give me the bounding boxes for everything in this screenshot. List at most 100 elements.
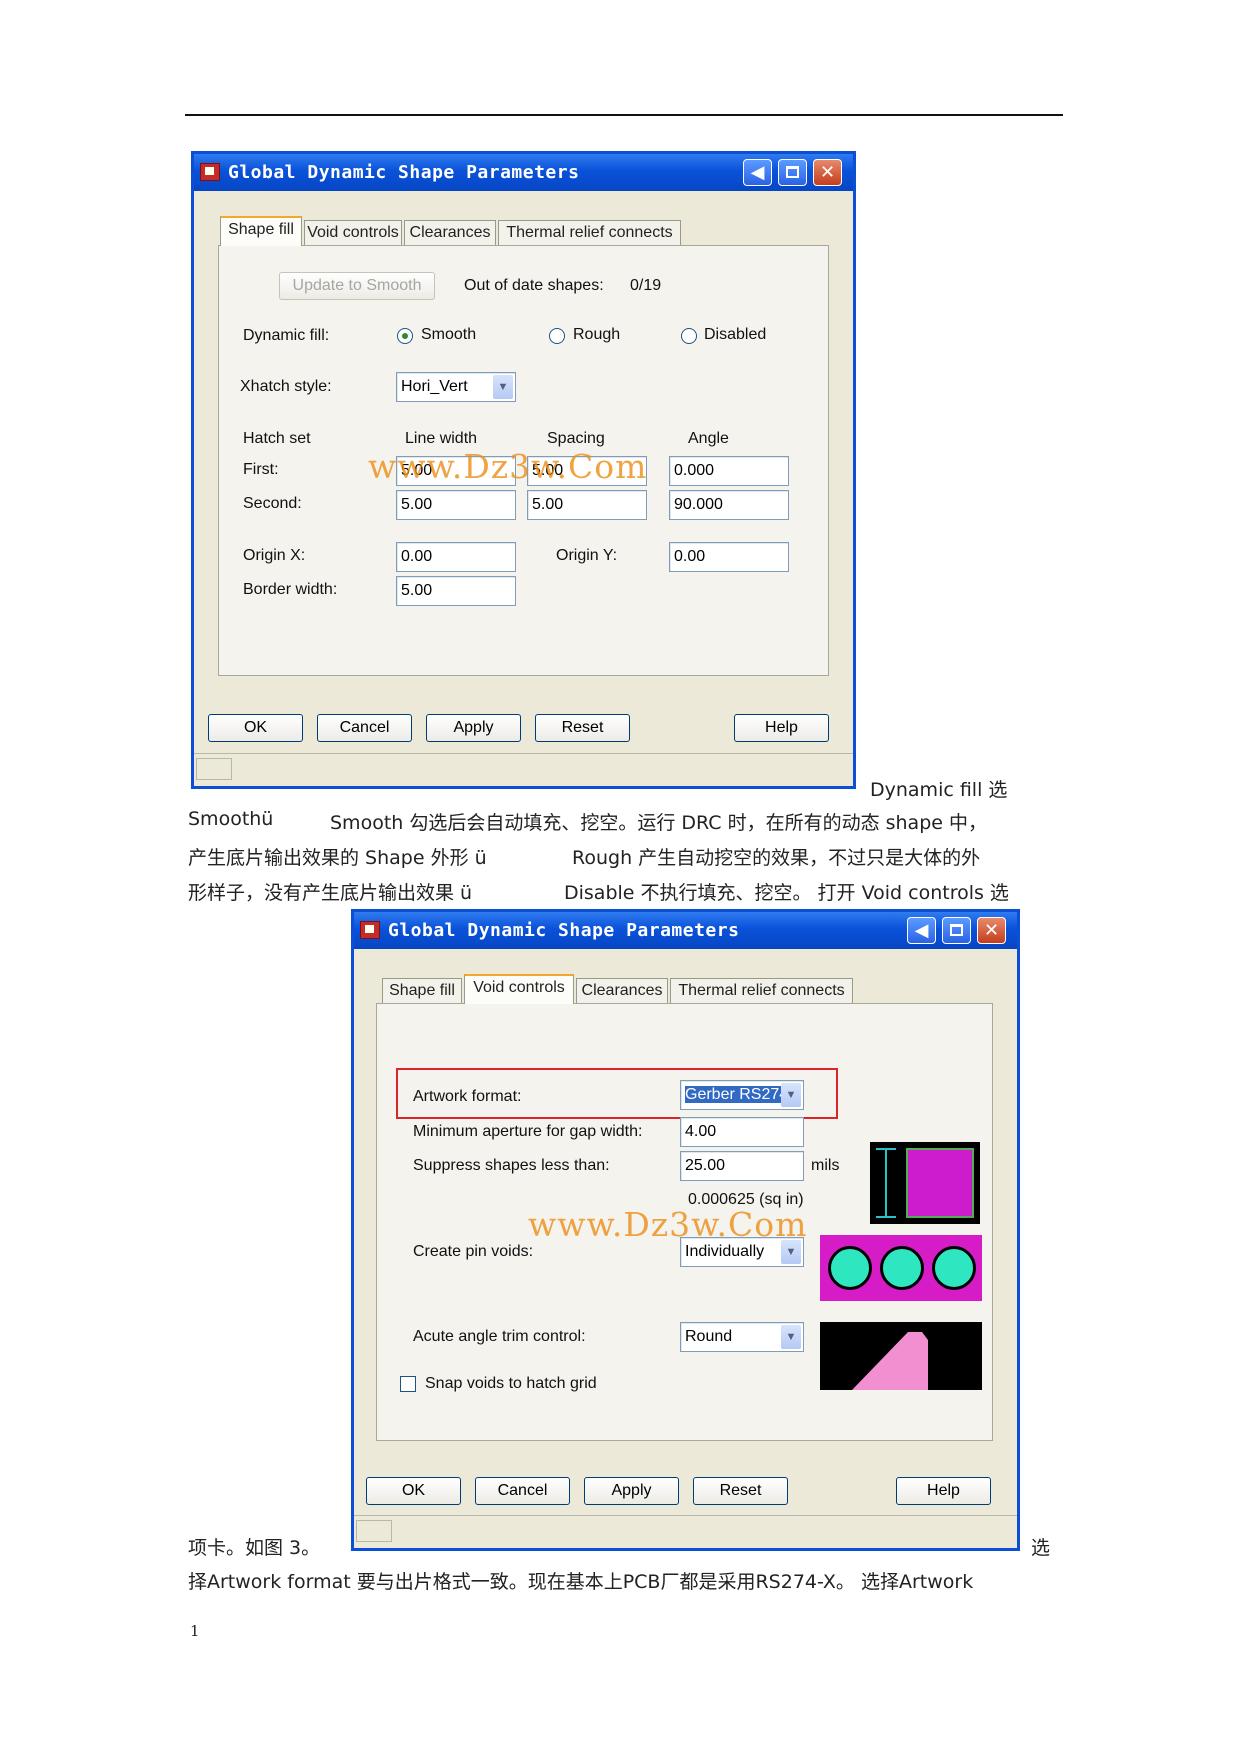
caption-dynamic-fill: Dynamic fill 选 xyxy=(870,779,1008,801)
para2-line1a: 项卡。如图 3。 xyxy=(188,1537,321,1559)
second-line-width-input[interactable]: 5.00 xyxy=(396,490,516,520)
maximize-button[interactable] xyxy=(778,159,807,186)
close-button[interactable]: ✕ xyxy=(977,917,1006,944)
dialog-title: Global Dynamic Shape Parameters xyxy=(228,162,580,183)
para2-line1b: 选 xyxy=(1031,1537,1051,1559)
void-controls-dialog: Global Dynamic Shape Parameters ◀ ✕ Shap… xyxy=(351,909,1020,1551)
second-angle-input[interactable]: 90.000 xyxy=(669,490,789,520)
border-width-input[interactable]: 5.00 xyxy=(396,576,516,606)
app-icon xyxy=(200,163,220,181)
origin-x-label: Origin X: xyxy=(243,547,306,564)
xhatch-style-value: Hori_Vert xyxy=(401,378,468,395)
watermark: www.Dz3w.Com xyxy=(368,447,648,486)
radio-rough-label: Rough xyxy=(573,326,621,343)
cancel-button[interactable]: Cancel xyxy=(317,714,412,742)
chevron-down-icon: ▼ xyxy=(493,375,513,399)
ok-button[interactable]: OK xyxy=(208,714,303,742)
pin-voids-select[interactable]: Individually ▼ xyxy=(680,1237,804,1267)
close-icon: ✕ xyxy=(819,162,836,183)
suppress-label: Suppress shapes less than: xyxy=(413,1157,610,1174)
spacing-header: Spacing xyxy=(547,430,605,447)
hatch-set-label: Hatch set xyxy=(243,430,311,447)
dynamic-fill-label: Dynamic fill: xyxy=(243,327,330,344)
dialog-title: Global Dynamic Shape Parameters xyxy=(388,920,740,941)
status-bar xyxy=(354,1515,1017,1548)
border-width-label: Border width: xyxy=(243,581,338,598)
artwork-format-label: Artwork format: xyxy=(413,1088,522,1105)
angle-header: Angle xyxy=(688,430,729,447)
chevron-down-icon: ▼ xyxy=(781,1325,801,1349)
para1-line3b: Disable 不执行填充、挖空。 打开 Void controls 选 xyxy=(564,882,1009,904)
update-to-smooth-button[interactable]: Update to Smooth xyxy=(279,272,435,300)
radio-rough[interactable] xyxy=(549,328,565,344)
title-bar[interactable]: Global Dynamic Shape Parameters ◀ ✕ xyxy=(354,912,1017,949)
help-button[interactable]: Help xyxy=(734,714,829,742)
apply-button[interactable]: Apply xyxy=(584,1477,679,1505)
first-angle-input[interactable]: 0.000 xyxy=(669,456,789,486)
radio-disabled-label: Disabled xyxy=(704,326,767,343)
min-aperture-label: Minimum aperture for gap width: xyxy=(413,1123,643,1140)
reset-button[interactable]: Reset xyxy=(535,714,630,742)
chevron-down-icon: ▼ xyxy=(781,1083,801,1107)
acute-angle-value: Round xyxy=(685,1328,733,1345)
close-icon: ✕ xyxy=(983,920,1000,941)
pin-voids-value: Individually xyxy=(685,1243,765,1260)
maximize-icon xyxy=(950,924,963,936)
shape-fill-dialog: Global Dynamic Shape Parameters ◀ ✕ Shap… xyxy=(191,151,856,789)
para1-line3a: 形样子，没有产生底片输出效果 ü xyxy=(188,882,473,904)
cancel-button[interactable]: Cancel xyxy=(475,1477,570,1505)
origin-y-input[interactable]: 0.00 xyxy=(669,542,789,572)
radio-smooth[interactable] xyxy=(397,328,413,344)
suppress-unit: mils xyxy=(811,1157,840,1174)
page-number: 1 xyxy=(190,1622,200,1640)
snap-voids-checkbox[interactable] xyxy=(400,1376,416,1392)
radio-smooth-label: Smooth xyxy=(421,326,477,343)
tab-thermal-relief[interactable]: Thermal relief connects xyxy=(498,220,681,246)
app-icon xyxy=(360,921,380,939)
apply-button[interactable]: Apply xyxy=(426,714,521,742)
suppress-input[interactable]: 25.00 xyxy=(680,1151,804,1181)
maximize-button[interactable] xyxy=(942,917,971,944)
artwork-format-select[interactable]: Gerber RS274X ▼ xyxy=(680,1080,804,1110)
status-bar xyxy=(194,753,853,786)
ok-button[interactable]: OK xyxy=(366,1477,461,1505)
radio-disabled[interactable] xyxy=(681,328,697,344)
acute-angle-select[interactable]: Round ▼ xyxy=(680,1322,804,1352)
second-label: Second: xyxy=(243,495,302,512)
reset-button[interactable]: Reset xyxy=(693,1477,788,1505)
help-title-button[interactable]: ◀ xyxy=(743,159,772,186)
para1-line1a: Smoothü xyxy=(188,808,274,830)
help-button[interactable]: Help xyxy=(896,1477,991,1505)
tab-void-controls[interactable]: Void controls xyxy=(464,974,574,1004)
para1-line2b: Rough 产生自动挖空的效果，不过只是大体的外 xyxy=(572,847,981,869)
tab-clearances[interactable]: Clearances xyxy=(576,978,668,1004)
title-bar[interactable]: Global Dynamic Shape Parameters ◀ ✕ xyxy=(194,154,853,191)
min-aperture-input[interactable]: 4.00 xyxy=(680,1117,804,1147)
tab-shape-fill[interactable]: Shape fill xyxy=(220,216,302,246)
acute-angle-preview-image xyxy=(820,1322,982,1390)
out-of-date-label: Out of date shapes: xyxy=(464,277,604,294)
close-button[interactable]: ✕ xyxy=(813,159,842,186)
xhatch-style-select[interactable]: Hori_Vert ▼ xyxy=(396,372,516,402)
origin-y-label: Origin Y: xyxy=(556,547,618,564)
tab-void-controls[interactable]: Void controls xyxy=(304,220,402,246)
maximize-icon xyxy=(786,166,799,178)
tab-shape-fill[interactable]: Shape fill xyxy=(382,978,462,1004)
snap-voids-label: Snap voids to hatch grid xyxy=(425,1375,597,1392)
help-title-button[interactable]: ◀ xyxy=(907,917,936,944)
pin-voids-preview-image xyxy=(820,1235,982,1301)
tab-clearances[interactable]: Clearances xyxy=(404,220,496,246)
header-rule xyxy=(185,114,1063,116)
acute-angle-label: Acute angle trim control: xyxy=(413,1328,586,1345)
pin-voids-label: Create pin voids: xyxy=(413,1243,534,1260)
para2-line2: 择Artwork format 要与出片格式一致。现在基本上PCB厂都是采用RS… xyxy=(188,1571,974,1593)
chevron-down-icon: ▼ xyxy=(781,1240,801,1264)
line-width-header: Line width xyxy=(405,430,478,447)
origin-x-input[interactable]: 0.00 xyxy=(396,542,516,572)
out-of-date-value: 0/19 xyxy=(630,277,662,294)
suppress-preview-image xyxy=(870,1142,980,1224)
second-spacing-input[interactable]: 5.00 xyxy=(527,490,647,520)
para1-line1b: Smooth 勾选后会自动填充、挖空。运行 DRC 时，在所有的动态 shape… xyxy=(330,812,987,834)
para1-line2a: 产生底片输出效果的 Shape 外形 ü xyxy=(188,847,487,869)
tab-thermal-relief[interactable]: Thermal relief connects xyxy=(670,978,853,1004)
